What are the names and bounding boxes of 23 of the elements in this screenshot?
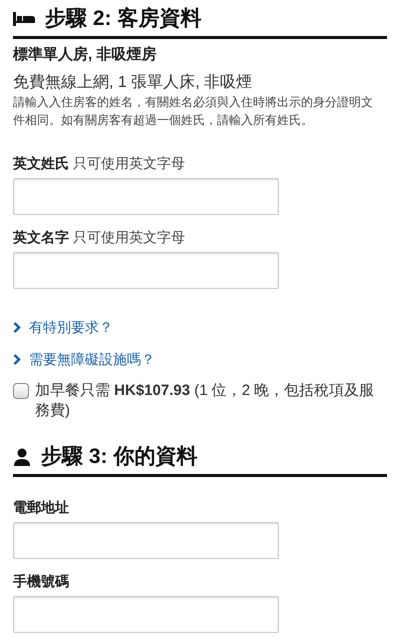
room-name: 標準單人房, 非吸煙房 bbox=[13, 45, 158, 65]
person-icon bbox=[13, 448, 31, 466]
field-hint: 只可使用英文字母 bbox=[73, 154, 185, 173]
chevron-right-icon bbox=[13, 354, 21, 364]
field-label: 英文姓氏 bbox=[13, 154, 69, 173]
notice-text: 請輸入入住房客的姓名，有關姓名必須與入住時將出示的身分證明文件相同。如有關房客有超過一個姓氏，請輸入所有姓氏。 bbox=[13, 94, 374, 129]
field-label: 電郵地址 bbox=[13, 498, 69, 517]
breakfast-option-text: 加早餐只需 HK$107.93 (1 位，2 晚，包括稅項及服務費) bbox=[35, 381, 376, 421]
field-label: 英文名字 bbox=[13, 228, 69, 247]
expand-link[interactable]: 有特別要求？ bbox=[13, 317, 387, 337]
input-field[interactable] bbox=[13, 522, 279, 559]
bed-icon bbox=[13, 12, 35, 26]
expand-link[interactable]: 需要無障礙設施嗎？ bbox=[13, 349, 387, 369]
amenities-text: 免費無線上網, 1 張單人床, 非吸煙 bbox=[13, 73, 254, 93]
chevron-right-icon bbox=[13, 322, 21, 332]
field-label: 手機號碼 bbox=[13, 572, 69, 591]
input-field[interactable] bbox=[13, 252, 279, 289]
input-field[interactable] bbox=[13, 596, 279, 633]
field-hint: 只可使用英文字母 bbox=[73, 228, 185, 247]
section-title: 步驟 2: 客房資料 bbox=[45, 6, 202, 32]
section-title: 步驟 3: 你的資料 bbox=[41, 444, 198, 470]
checkbox[interactable] bbox=[13, 383, 29, 399]
input-field[interactable] bbox=[13, 178, 279, 215]
